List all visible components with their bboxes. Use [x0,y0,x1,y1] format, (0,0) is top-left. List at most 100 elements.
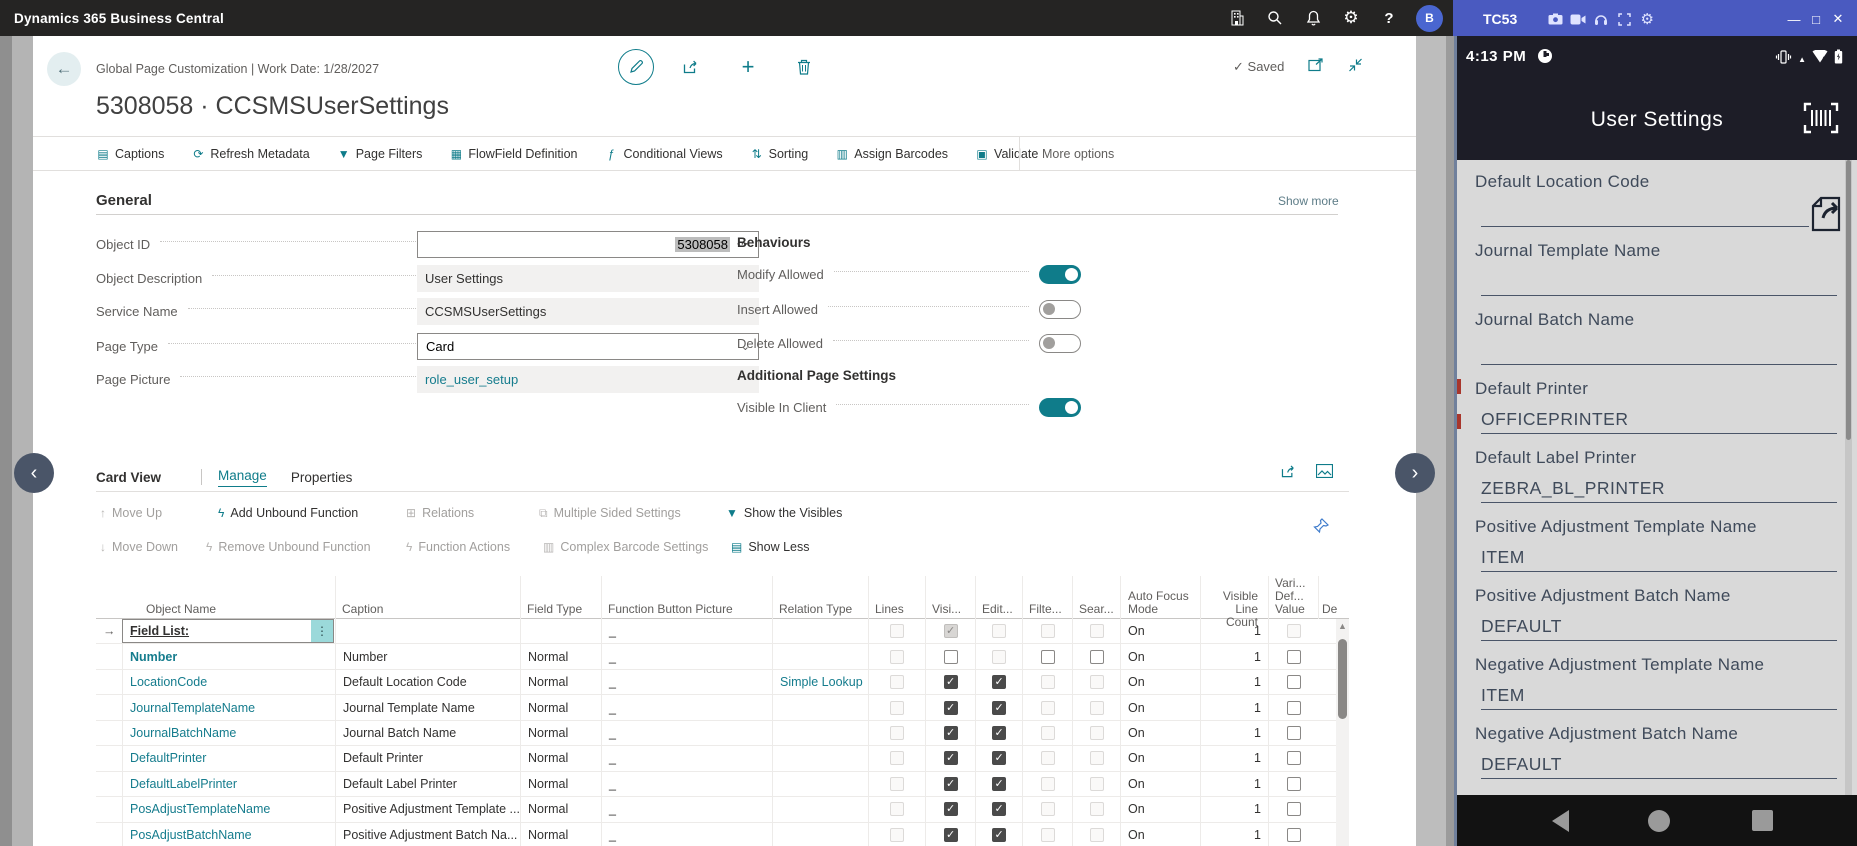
edit-pencil-icon[interactable] [618,49,654,85]
grid-checkbox[interactable] [1287,751,1301,765]
tab-manage[interactable]: Manage [218,468,267,487]
next-record-button[interactable]: › [1395,453,1435,493]
device-field-underline[interactable] [1481,226,1809,227]
object-name-link[interactable]: PosAdjustBatchName [130,828,252,842]
device-field-value[interactable]: ZEBRA_BL_PRINTER [1481,478,1665,499]
android-back-button[interactable] [1549,809,1571,838]
search-icon[interactable] [1256,0,1294,36]
grid-row-posadjustbatchname[interactable]: PosAdjustBatchNamePositive Adjustment Ba… [96,823,1336,846]
grid-checkbox[interactable] [992,828,1006,842]
company-icon[interactable] [1218,0,1256,36]
tab-card-view[interactable]: Card View [96,470,161,485]
collapse-window-icon[interactable] [1348,58,1363,75]
preview-image-icon[interactable] [1316,464,1333,484]
toggle-switch[interactable] [1039,334,1081,353]
grid-checkbox[interactable] [890,624,904,638]
page-type-select[interactable]: Card⌄ [417,333,759,360]
fullscreen-expand-icon[interactable] [1614,7,1634,31]
object-name-link[interactable]: JournalBatchName [130,726,236,740]
share-icon[interactable] [674,49,710,85]
grid-row-journaltemplatename[interactable]: JournalTemplateNameJournal Template Name… [96,695,1336,720]
grid-checkbox[interactable] [1090,828,1104,842]
barcode-scan-icon[interactable] [1803,102,1839,139]
grid-checkbox[interactable] [944,777,958,791]
grid-checkbox[interactable] [992,675,1006,689]
grid-checkbox[interactable] [944,726,958,740]
toolbar-button-add-unbound-function[interactable]: ϟAdd Unbound Function [218,506,358,520]
toolbar-button-relations[interactable]: ⊞Relations [406,506,474,520]
column-header-lines[interactable]: Lines [875,603,904,616]
grid-checkbox[interactable] [992,777,1006,791]
grid-checkbox[interactable] [1041,650,1055,664]
toolbar-button-multiple-sided-settings[interactable]: ⧉Multiple Sided Settings [539,506,681,521]
grid-checkbox[interactable] [1090,624,1104,638]
viewer-settings-gear-icon[interactable]: ⚙ [1637,7,1657,31]
grid-checkbox[interactable] [1090,802,1104,816]
share-part-icon[interactable] [1281,464,1298,484]
toolbar-button-complex-barcode-settings[interactable]: ▥Complex Barcode Settings [543,540,708,554]
object-name-link[interactable]: Number [130,650,177,664]
grid-checkbox[interactable] [944,650,958,664]
grid-checkbox[interactable] [1041,802,1055,816]
column-header-fbp[interactable]: Function Button Picture [608,603,733,616]
grid-scrollbar[interactable]: ▲ [1336,619,1349,846]
device-field-value[interactable]: OFFICEPRINTER [1481,409,1628,430]
device-field-underline[interactable] [1481,433,1837,434]
grid-checkbox[interactable] [1287,650,1301,664]
ribbon-item-conditional-views[interactable]: ƒConditional Views [604,147,722,161]
column-header-caption[interactable]: Caption [342,603,383,616]
grid-checkbox[interactable] [890,701,904,715]
ribbon-item-page-filters[interactable]: ▼Page Filters [337,147,423,161]
grid-checkbox[interactable] [1287,777,1301,791]
grid-checkbox[interactable] [1287,624,1301,638]
toggle-switch[interactable] [1039,300,1081,319]
grid-row-defaultprinter[interactable]: DefaultPrinterDefault PrinterNormal_On1 [96,746,1336,771]
screenshot-camera-icon[interactable] [1545,7,1565,31]
object-name-link[interactable]: JournalTemplateName [130,701,255,715]
ribbon-item-assign-barcodes[interactable]: ▥Assign Barcodes [835,147,948,161]
delete-trash-icon[interactable] [786,49,822,85]
row-menu-button[interactable]: ⋮ [311,620,333,642]
grid-checkbox[interactable] [890,675,904,689]
device-field-underline[interactable] [1481,364,1837,365]
object-name-link[interactable]: Field List: [130,624,189,638]
device-field-value[interactable]: ITEM [1481,685,1525,706]
grid-checkbox[interactable] [944,624,958,638]
grid-checkbox[interactable] [944,701,958,715]
toggle-switch[interactable] [1039,265,1081,284]
grid-row-defaultlabelprinter[interactable]: DefaultLabelPrinterDefault Label Printer… [96,772,1336,797]
notifications-bell-icon[interactable] [1294,0,1332,36]
relation-type-link[interactable]: Simple Lookup [780,675,863,689]
column-header-visi[interactable]: Visi... [932,603,961,616]
device-field-value[interactable]: ITEM [1481,547,1525,568]
toolbar-button-remove-unbound-function[interactable]: ϟRemove Unbound Function [206,540,371,554]
window-minimize-button[interactable]: — [1783,7,1805,31]
column-header-sear[interactable]: Sear... [1079,603,1114,616]
toggle-switch[interactable] [1039,398,1081,417]
grid-row-locationcode[interactable]: LocationCodeDefault Location CodeNormal_… [96,670,1336,695]
object-name-link[interactable]: LocationCode [130,675,207,689]
grid-row-journalbatchname[interactable]: JournalBatchNameJournal Batch NameNormal… [96,721,1336,746]
grid-row-fieldlist[interactable]: →Field List:⋮_On1 [96,619,1336,644]
grid-checkbox[interactable] [890,828,904,842]
grid-checkbox[interactable] [1041,726,1055,740]
grid-checkbox[interactable] [1090,751,1104,765]
device-scrollbar[interactable] [1845,160,1852,795]
export-document-icon[interactable] [1809,196,1849,237]
ribbon-item-refresh-metadata[interactable]: ⟳Refresh Metadata [191,147,309,161]
audio-headset-icon[interactable] [1591,7,1611,31]
grid-checkbox[interactable] [992,751,1006,765]
scrollbar-up-arrow[interactable]: ▲ [1336,619,1349,633]
grid-checkbox[interactable] [944,675,958,689]
column-header-de[interactable]: De [1322,603,1337,616]
object-name-link[interactable]: DefaultPrinter [130,751,206,765]
column-header-edit[interactable]: Edit... [982,603,1013,616]
column-header-name[interactable]: Object Name [146,603,216,616]
grid-checkbox[interactable] [992,624,1006,638]
grid-checkbox[interactable] [1287,675,1301,689]
field-value-link[interactable]: role_user_setup [425,372,518,387]
grid-row-posadjusttemplatename[interactable]: PosAdjustTemplateNamePositive Adjustment… [96,797,1336,822]
grid-checkbox[interactable] [992,726,1006,740]
grid-checkbox[interactable] [890,751,904,765]
device-field-underline[interactable] [1481,295,1837,296]
